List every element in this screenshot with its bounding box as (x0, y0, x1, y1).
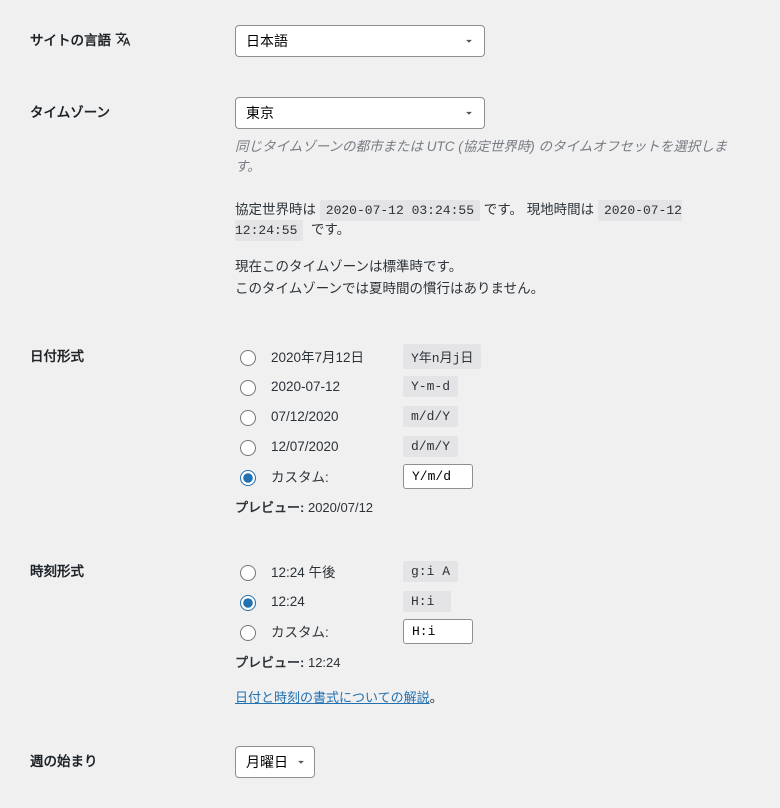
date-format-radio[interactable] (240, 410, 256, 426)
time-format-string: H:i (403, 591, 451, 612)
time-format-label: 時刻形式 (30, 560, 84, 580)
timezone-select[interactable]: 東京 (235, 97, 485, 129)
week-start-label: 週の始まり (30, 750, 98, 770)
date-format-string: d/m/Y (403, 436, 458, 457)
time-format-custom-label: カスタム: (271, 621, 391, 641)
site-language-select[interactable]: 日本語 (235, 25, 485, 57)
date-format-sample: 07/12/2020 (271, 409, 391, 424)
time-format-radio-custom[interactable] (240, 625, 256, 641)
time-format-preview: プレビュー: 12:24 (235, 652, 750, 671)
date-format-sample: 2020-07-12 (271, 379, 391, 394)
date-format-label: 日付形式 (30, 345, 84, 365)
time-format-sample: 12:24 午後 (271, 561, 391, 581)
date-format-sample: 12/07/2020 (271, 439, 391, 454)
week-start-select[interactable]: 月曜日 (235, 746, 315, 778)
utc-time-code: 2020-07-12 03:24:55 (320, 200, 480, 221)
datetime-doc-link[interactable]: 日付と時刻の書式についての解説 (235, 687, 430, 706)
date-format-sample: 2020年7月12日 (271, 346, 391, 366)
timezone-times: 協定世界時は 2020-07-12 03:24:55 です。 現地時間は 202… (235, 198, 750, 238)
timezone-help: 同じタイムゾーンの都市または UTC (協定世界時) のタイムオフセットを選択し… (235, 137, 750, 178)
date-format-string: m/d/Y (403, 406, 458, 427)
time-format-radio[interactable] (240, 595, 256, 611)
time-format-string: g:i A (403, 561, 458, 582)
timezone-label: タイムゾーン (30, 101, 110, 121)
date-format-radio[interactable] (240, 440, 256, 456)
date-format-preview: プレビュー: 2020/07/12 (235, 497, 750, 516)
date-format-radio[interactable] (240, 350, 256, 366)
date-format-radio[interactable] (240, 380, 256, 396)
time-format-sample: 12:24 (271, 594, 391, 609)
time-format-custom-input[interactable] (403, 619, 473, 644)
date-format-string: Y年n月j日 (403, 344, 481, 369)
date-format-custom-label: カスタム: (271, 466, 391, 486)
date-format-custom-input[interactable] (403, 464, 473, 489)
timezone-note: 現在このタイムゾーンは標準時です。 このタイムゾーンでは夏時間の慣行はありません… (235, 256, 750, 302)
time-format-radio[interactable] (240, 565, 256, 581)
date-format-string: Y-m-d (403, 376, 458, 397)
translate-icon (115, 31, 131, 47)
date-format-radio-custom[interactable] (240, 470, 256, 486)
site-language-label: サイトの言語 (30, 29, 111, 49)
datetime-doc-link-suffix: 。 (430, 690, 444, 705)
